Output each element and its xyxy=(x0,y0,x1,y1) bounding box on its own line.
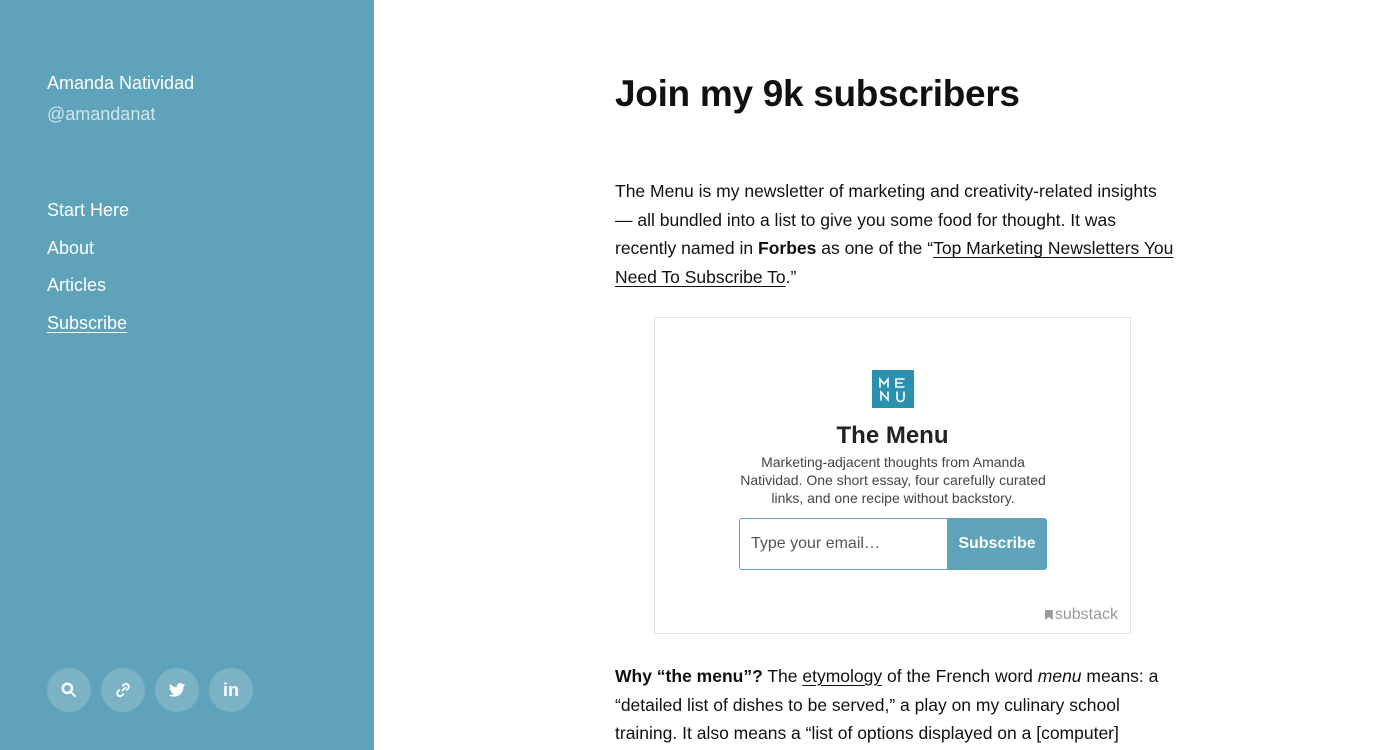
intro-text-3: .” xyxy=(785,267,797,288)
site-name[interactable]: Amanda Natividad xyxy=(47,73,194,94)
page-title: Join my 9k subscribers xyxy=(615,73,1020,114)
why-text-2: of the French word xyxy=(882,666,1038,686)
subscribe-button[interactable]: Subscribe xyxy=(947,518,1047,570)
forbes-text: Forbes xyxy=(758,238,817,259)
search-icon xyxy=(61,682,77,698)
nav-item-articles[interactable]: Articles xyxy=(47,275,129,296)
site-handle: @amandanat xyxy=(47,104,156,124)
why-menu-paragraph: Why “the menu”? The etymology of the Fre… xyxy=(615,662,1175,748)
twitter-icon xyxy=(168,683,186,697)
why-text-1: The xyxy=(762,666,803,686)
sidebar: Amanda Natividad @amandanat Start Here A… xyxy=(0,0,374,750)
menu-word: menu xyxy=(1037,666,1082,686)
social-links: in xyxy=(47,668,253,712)
search-button[interactable] xyxy=(47,668,91,712)
email-input[interactable] xyxy=(739,518,948,570)
newsletter-description: Marketing-adjacent thoughts from Amanda … xyxy=(740,454,1046,506)
newsletter-title: The Menu xyxy=(836,422,949,449)
nav-item-start-here[interactable]: Start Here xyxy=(47,200,129,221)
the-menu-logo-icon xyxy=(879,376,905,403)
primary-nav: Start Here About Articles Subscribe xyxy=(47,200,129,350)
intro-text-2: as one of the “ xyxy=(816,238,934,259)
substack-icon xyxy=(1044,610,1053,620)
the-menu-logo xyxy=(872,370,914,408)
etymology-link[interactable]: etymology xyxy=(802,666,882,686)
link-icon xyxy=(116,682,130,698)
newsletter-embed: The Menu Marketing-adjacent thoughts fro… xyxy=(654,317,1131,634)
twitter-button[interactable] xyxy=(155,668,199,712)
nav-item-subscribe[interactable]: Subscribe xyxy=(47,313,129,334)
linkedin-icon: in xyxy=(223,679,239,700)
substack-label: substack xyxy=(1054,606,1118,623)
substack-branding[interactable]: substack xyxy=(1044,606,1118,624)
nav-item-about[interactable]: About xyxy=(47,238,129,259)
linkedin-button[interactable]: in xyxy=(209,668,253,712)
link-button[interactable] xyxy=(101,668,145,712)
intro-paragraph: The Menu is my newsletter of marketing a… xyxy=(615,177,1175,292)
why-menu-heading: Why “the menu”? xyxy=(615,666,763,686)
